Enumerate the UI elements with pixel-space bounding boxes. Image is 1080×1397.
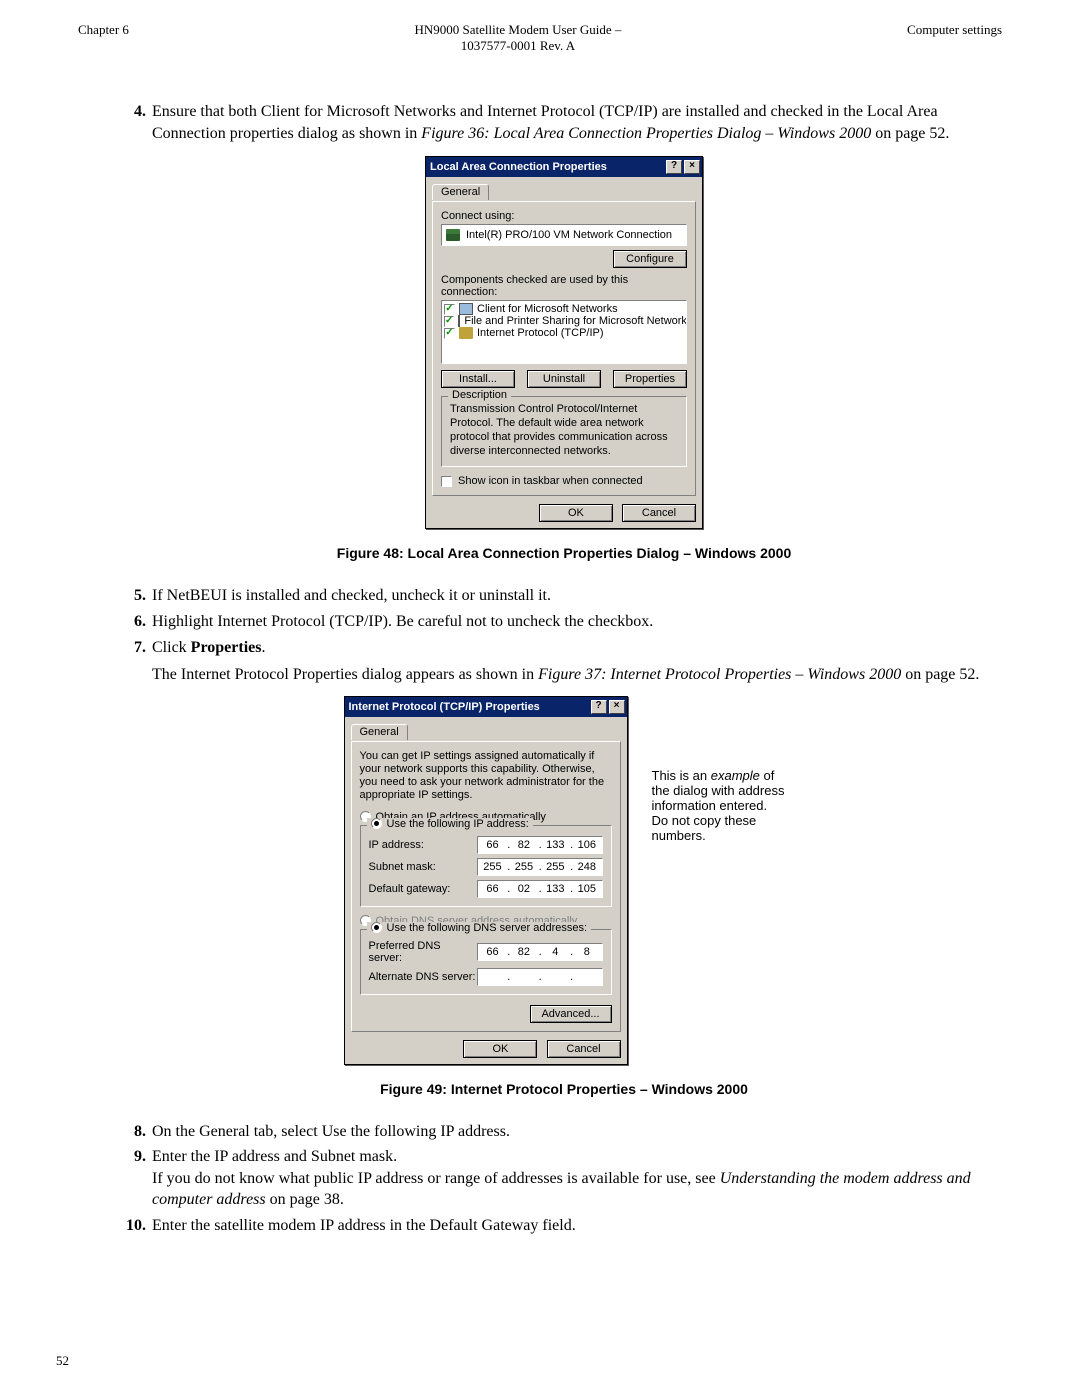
step-10: 10.Enter the satellite modem IP address … — [126, 1215, 1002, 1237]
connect-using-label: Connect using: — [441, 210, 687, 222]
step-8: 8.On the General tab, select Use the fol… — [126, 1121, 1002, 1143]
checkbox-icon[interactable] — [441, 476, 452, 487]
page-header: Chapter 6 HN9000 Satellite Modem User Gu… — [78, 22, 1002, 53]
ok-button[interactable]: OK — [539, 504, 613, 522]
dialog-titlebar: Internet Protocol (TCP/IP) Properties ? … — [345, 697, 627, 717]
alternate-dns-input[interactable]: . . . — [477, 968, 603, 986]
page-number: 52 — [56, 1353, 69, 1369]
blurb-text: You can get IP settings assigned automat… — [360, 750, 612, 803]
protocol-icon — [459, 327, 473, 339]
preferred-dns-row: Preferred DNS server: 66. 82. 4. 8 — [369, 940, 603, 964]
header-center: HN9000 Satellite Modem User Guide – 1037… — [129, 22, 907, 53]
checkbox-icon[interactable] — [444, 328, 455, 339]
configure-button[interactable]: Configure — [613, 250, 687, 268]
figure-49-annotation: This is an example of the dialog with ad… — [652, 768, 785, 843]
client-icon — [459, 303, 473, 315]
checkbox-icon[interactable] — [444, 304, 455, 315]
description-text: Transmission Control Protocol/Internet P… — [450, 403, 678, 458]
figure-49-caption: Figure 49: Internet Protocol Properties … — [126, 1081, 1002, 1097]
cancel-button[interactable]: Cancel — [547, 1040, 621, 1058]
components-label: Components checked are used by this conn… — [441, 274, 687, 298]
figure-48-caption: Figure 48: Local Area Connection Propert… — [126, 545, 1002, 561]
help-icon[interactable]: ? — [591, 700, 607, 714]
close-icon[interactable]: × — [684, 160, 700, 174]
step-9: 9. Enter the IP address and Subnet mask.… — [126, 1146, 1002, 1211]
dialog-title: Local Area Connection Properties — [430, 161, 664, 173]
install-button[interactable]: Install... — [441, 370, 515, 388]
step-7-paragraph: The Internet Protocol Properties dialog … — [152, 664, 1002, 686]
checkbox-icon[interactable] — [444, 316, 454, 327]
alternate-dns-row: Alternate DNS server: . . . — [369, 968, 603, 986]
subnet-mask-input[interactable]: 255. 255. 255. 248 — [477, 858, 603, 876]
tcpip-properties-dialog: Internet Protocol (TCP/IP) Properties ? … — [344, 696, 628, 1065]
dialog-titlebar: Local Area Connection Properties ? × — [426, 157, 702, 177]
radio-icon[interactable] — [371, 818, 382, 829]
service-icon — [458, 315, 460, 327]
step-7: 7.Click Properties. — [126, 637, 1002, 659]
description-group: Description Transmission Control Protoco… — [441, 396, 687, 467]
nic-icon — [446, 229, 460, 241]
properties-button[interactable]: Properties — [613, 370, 687, 388]
ok-button[interactable]: OK — [463, 1040, 537, 1058]
show-icon-row[interactable]: Show icon in taskbar when connected — [441, 475, 687, 487]
components-list[interactable]: Client for Microsoft Networks File and P… — [441, 300, 687, 364]
header-left: Chapter 6 — [78, 22, 129, 53]
ip-address-input[interactable]: 66. 82. 133. 106 — [477, 836, 603, 854]
header-right: Computer settings — [907, 22, 1002, 53]
help-icon[interactable]: ? — [666, 160, 682, 174]
ip-address-row: IP address: 66. 82. 133. 106 — [369, 836, 603, 854]
default-gateway-row: Default gateway: 66. 02. 133. 105 — [369, 880, 603, 898]
dialog-title: Internet Protocol (TCP/IP) Properties — [349, 701, 589, 713]
radio-icon[interactable] — [371, 922, 382, 933]
subnet-mask-row: Subnet mask: 255. 255. 255. 248 — [369, 858, 603, 876]
uninstall-button[interactable]: Uninstall — [527, 370, 601, 388]
tab-general[interactable]: General — [351, 724, 408, 740]
step-5: 5.If NetBEUI is installed and checked, u… — [126, 585, 1002, 607]
list-item[interactable]: Internet Protocol (TCP/IP) — [444, 327, 684, 339]
preferred-dns-input[interactable]: 66. 82. 4. 8 — [477, 943, 603, 961]
adapter-field: Intel(R) PRO/100 VM Network Connection — [441, 224, 687, 246]
lac-properties-dialog: Local Area Connection Properties ? × Gen… — [425, 156, 703, 529]
cancel-button[interactable]: Cancel — [622, 504, 696, 522]
advanced-button[interactable]: Advanced... — [530, 1005, 612, 1023]
list-item[interactable]: Client for Microsoft Networks — [444, 303, 684, 315]
step-6: 6.Highlight Internet Protocol (TCP/IP). … — [126, 611, 1002, 633]
default-gateway-input[interactable]: 66. 02. 133. 105 — [477, 880, 603, 898]
close-icon[interactable]: × — [609, 700, 625, 714]
list-item[interactable]: File and Printer Sharing for Microsoft N… — [444, 315, 684, 327]
figure-49: Internet Protocol (TCP/IP) Properties ? … — [126, 696, 1002, 1065]
step-4: 4. Ensure that both Client for Microsoft… — [126, 101, 1002, 144]
figure-48: Local Area Connection Properties ? × Gen… — [126, 156, 1002, 529]
tab-general[interactable]: General — [432, 184, 489, 200]
